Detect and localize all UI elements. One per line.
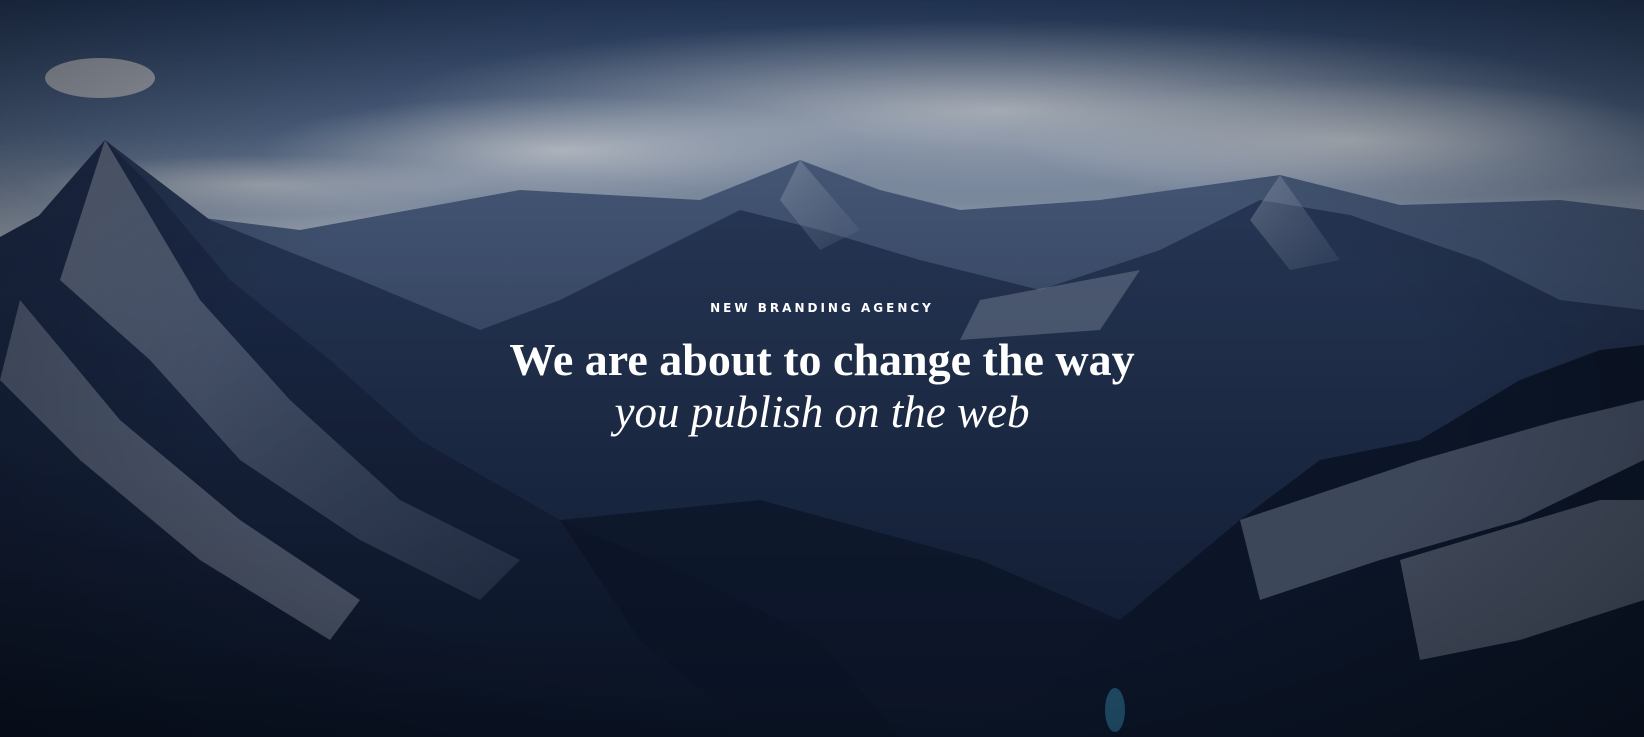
hero-headline: We are about to change the way you publi… — [0, 334, 1644, 438]
hero-content: NEW BRANDING AGENCY We are about to chan… — [0, 300, 1644, 438]
hero-headline-line1: We are about to change the way — [509, 334, 1135, 385]
hero-eyebrow: NEW BRANDING AGENCY — [710, 301, 934, 315]
hero-section: NEW BRANDING AGENCY We are about to chan… — [0, 0, 1644, 737]
hero-headline-line2: you publish on the web — [614, 387, 1030, 437]
